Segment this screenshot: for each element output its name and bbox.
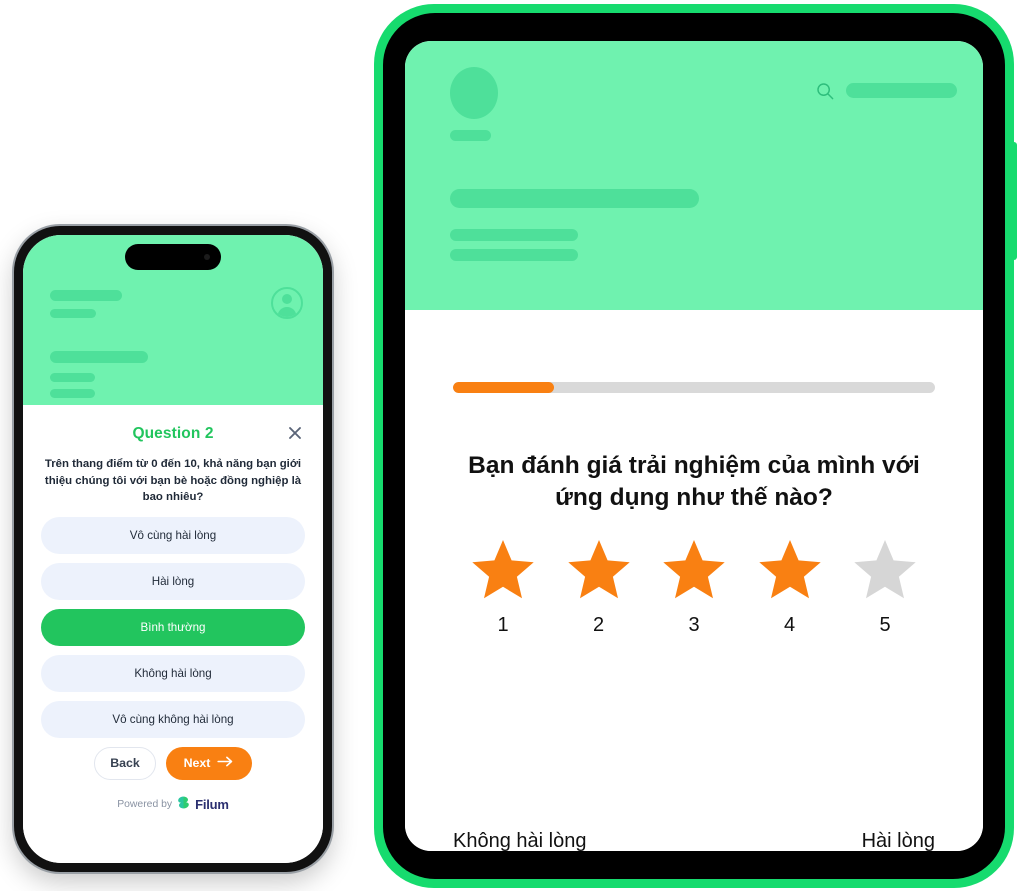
back-button[interactable]: Back [94,746,156,780]
close-icon[interactable] [285,423,305,443]
front-camera-dot [204,254,210,260]
scale-low-label: Không hài lòng [453,830,587,851]
star-icon [472,539,534,598]
page-title: Question 2 [132,425,214,442]
side-button[interactable] [1011,142,1017,260]
star-number: 5 [879,613,891,636]
star-rating-group: 1 2 3 4 5 [453,539,935,637]
phone-app-header [23,235,323,405]
header-skeleton-bar [50,309,96,318]
answer-option[interactable]: Vô cùng không hài lòng [41,700,305,738]
avatar [450,67,498,119]
screenshot-stage: Question 2 Trên thang điểm từ 0 đến 10, … [0,0,1024,891]
answer-option[interactable]: Không hài lòng [41,654,305,692]
star-rating-item[interactable]: 5 [849,539,921,637]
star-icon [567,539,630,598]
progress-bar-fill [453,382,555,393]
answer-option[interactable]: Vô cùng hài lòng [41,516,305,554]
dynamic-island [125,244,221,270]
header-skeleton-bar [450,229,578,241]
question-text: Trên thang điểm từ 0 đến 10, khả năng bạ… [44,458,302,504]
search-icon[interactable] [815,81,835,101]
star-rating-item[interactable]: 3 [658,539,730,637]
header-skeleton-bar [450,249,578,261]
header-skeleton-bar [450,189,699,208]
tablet-bezel: Bạn đánh giá trải nghiệm của mình với ứn… [383,13,1005,879]
arrow-right-icon [217,756,234,770]
question-header: Question 2 [41,421,305,447]
tablet-screen: Bạn đánh giá trải nghiệm của mình với ứn… [405,41,983,851]
survey-actions: Back Next [41,746,305,780]
tablet-device: Bạn đánh giá trải nghiệm của mình với ứn… [374,4,1017,888]
header-skeleton-bar [450,130,491,141]
phone-screen: Question 2 Trên thang điểm từ 0 đến 10, … [23,235,323,863]
survey-card: Question 2 Trên thang điểm từ 0 đến 10, … [23,405,323,863]
question-text: Bạn đánh giá trải nghiệm của mình với ứn… [468,452,920,512]
star-number: 3 [688,613,700,636]
avatar-body-shape [277,307,297,317]
next-button-label: Next [183,756,211,771]
header-skeleton-bar [50,351,148,363]
answer-option-selected[interactable]: Bình thường [41,608,305,646]
header-skeleton-bar [50,373,95,382]
brand-name: Filum [195,797,229,813]
filum-logo-icon [176,795,191,815]
progress-bar [453,382,935,393]
next-button[interactable]: Next [166,746,252,780]
star-rating-item[interactable]: 1 [467,539,539,637]
survey-body: Bạn đánh giá trải nghiệm của mình với ứn… [405,382,983,851]
star-number: 4 [783,613,796,636]
star-number: 2 [592,613,605,636]
user-circle-icon[interactable] [271,287,303,319]
powered-by-footer: Powered by Filum [41,795,305,815]
avatar-head-shape [282,294,292,304]
header-skeleton-bar [50,389,95,398]
star-rating-item[interactable]: 4 [754,539,826,637]
powered-by-label: Powered by [117,799,173,811]
star-icon [758,539,821,598]
scale-labels: Không hài lòng Hài lòng [453,830,935,851]
scale-high-label: Hài lòng [861,830,935,851]
header-skeleton-bar [50,290,122,301]
star-rating-item[interactable]: 2 [563,539,635,637]
answer-options-list: Vô cùng hài lòng Hài lòng Bình thường Kh… [41,516,305,738]
star-icon [854,539,916,598]
star-number: 1 [497,613,509,636]
answer-option[interactable]: Hài lòng [41,562,305,600]
tablet-app-header [405,41,983,310]
phone-device: Question 2 Trên thang điểm từ 0 đến 10, … [14,226,332,872]
star-icon [663,539,725,598]
search-input[interactable] [846,83,957,98]
